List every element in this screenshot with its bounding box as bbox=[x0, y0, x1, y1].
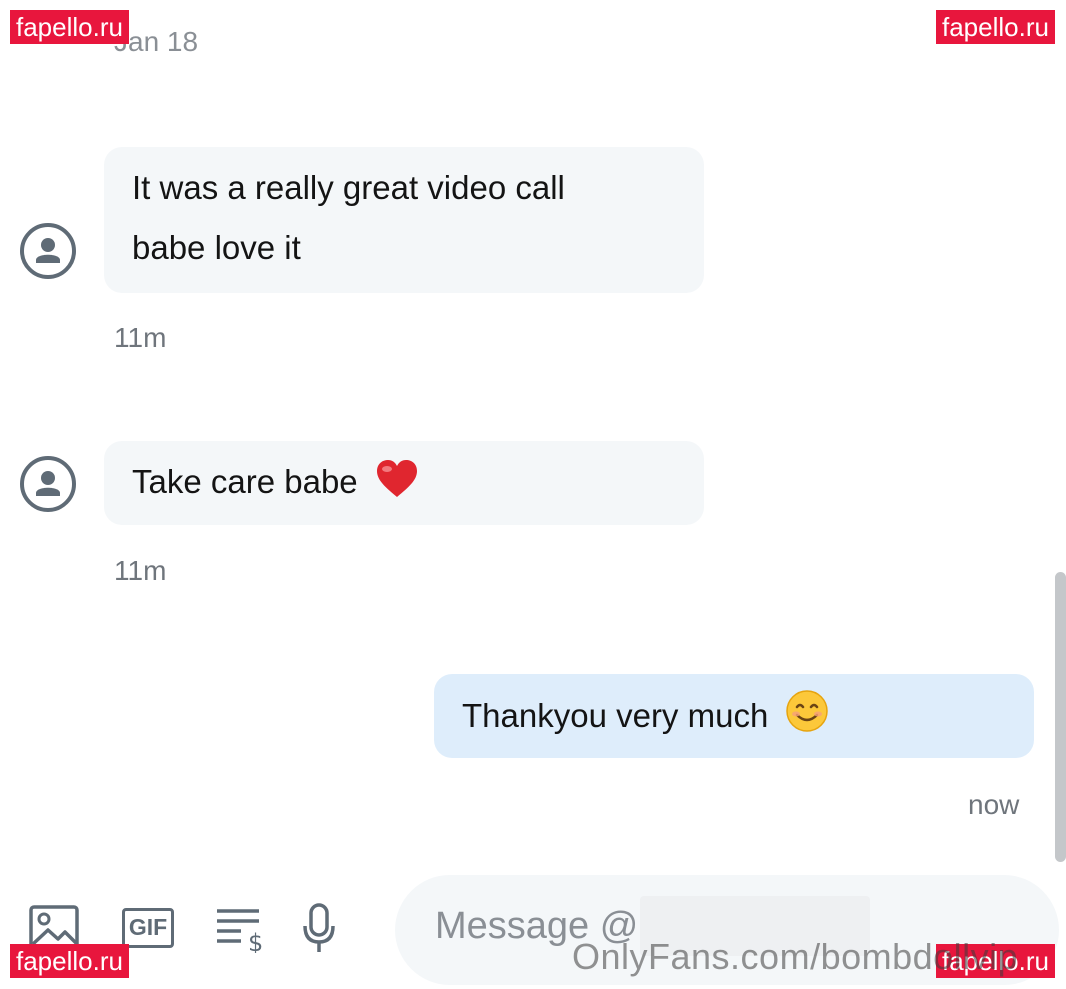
user-icon bbox=[36, 238, 60, 263]
message-timestamp: now bbox=[968, 789, 1020, 820]
microphone-icon[interactable] bbox=[302, 902, 336, 954]
price-list-icon[interactable]: $ bbox=[215, 907, 267, 953]
gif-button[interactable]: GIF bbox=[122, 908, 174, 948]
message-text: Thankyou very much bbox=[462, 697, 769, 734]
message-line: babe love it bbox=[132, 229, 301, 266]
gif-icon: GIF bbox=[128, 914, 168, 940]
red-heart-icon bbox=[376, 460, 417, 497]
watermark-top-left: fapello.ru bbox=[10, 10, 129, 44]
watermark-credit: OnlyFans.com/bombdollvip bbox=[572, 936, 1019, 977]
message-timestamp: 11m bbox=[114, 555, 167, 586]
svg-text:$: $ bbox=[248, 929, 263, 953]
message-bubble-incoming[interactable]: Take care babe bbox=[104, 441, 704, 525]
sender-avatar[interactable] bbox=[20, 456, 76, 512]
message-bubble-outgoing[interactable]: Thankyou very much bbox=[434, 674, 1034, 758]
user-icon bbox=[36, 471, 60, 496]
watermark-bottom-left: fapello.ru bbox=[10, 944, 129, 978]
message-text: Take care babe bbox=[132, 463, 358, 500]
message-bubble-incoming[interactable]: It was a really great video call babe lo… bbox=[104, 147, 704, 293]
message-line: It was a really great video call bbox=[132, 169, 565, 206]
message-timestamp: 11m bbox=[114, 322, 167, 353]
watermark-top-right: fapello.ru bbox=[936, 10, 1055, 44]
scrollbar-thumb[interactable] bbox=[1055, 572, 1066, 862]
smiling-face-icon bbox=[786, 690, 829, 732]
sender-avatar[interactable] bbox=[20, 223, 76, 279]
